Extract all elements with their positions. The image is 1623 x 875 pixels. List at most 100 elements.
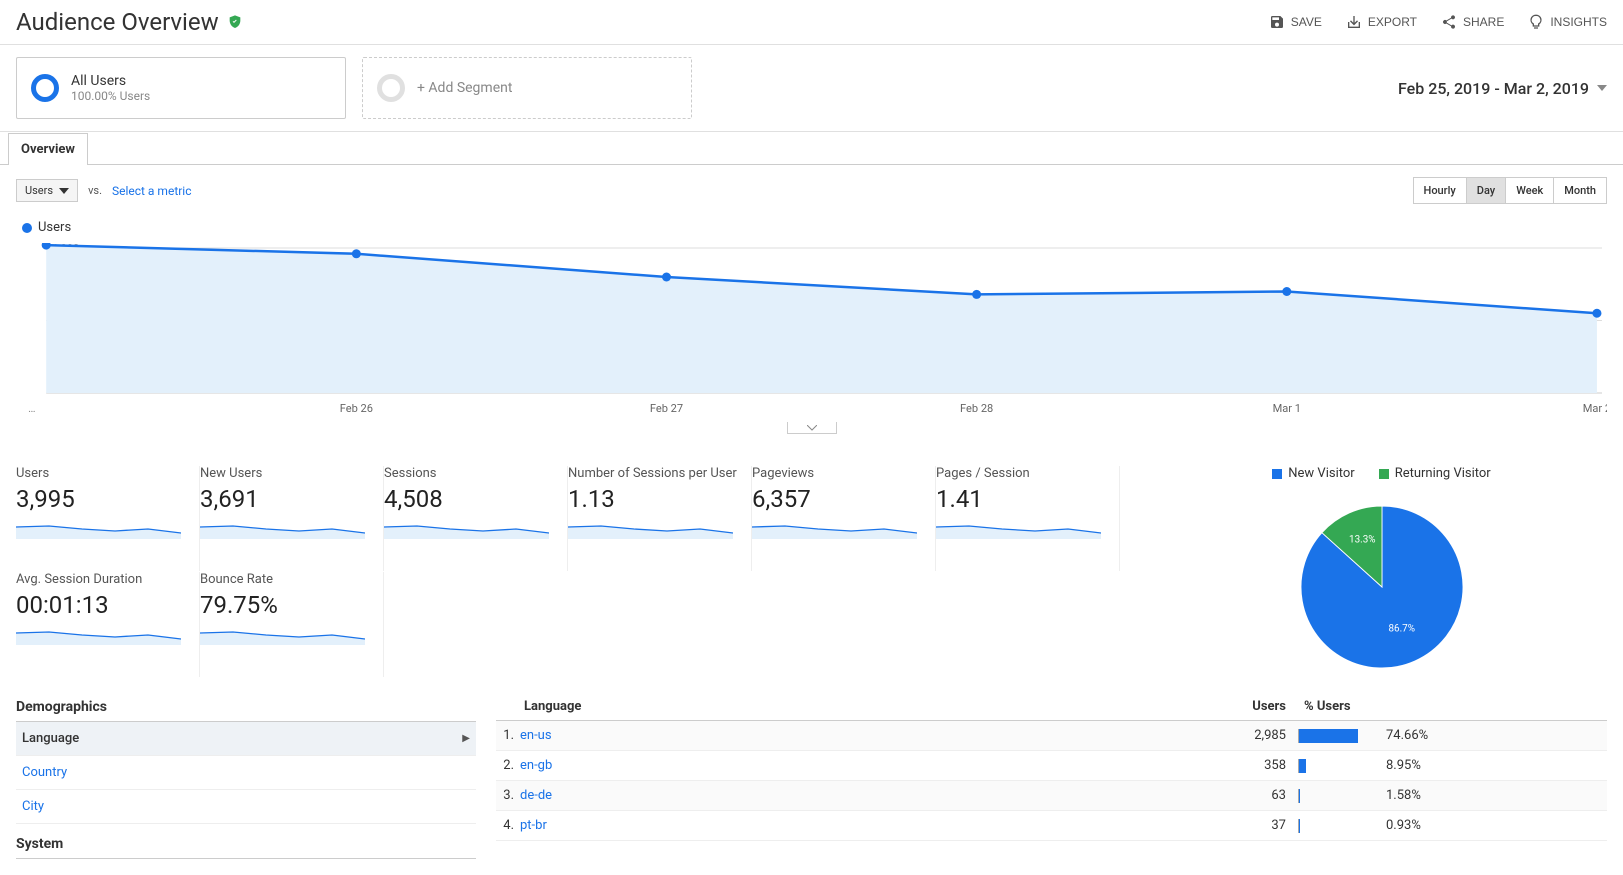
users-value: 358 [846, 758, 1286, 773]
language-link[interactable]: de-de [520, 788, 846, 803]
chevron-down-icon [1597, 85, 1607, 91]
bar-track [1298, 759, 1378, 773]
sparkline-chart [752, 519, 917, 539]
add-segment-button[interactable]: + Add Segment [362, 57, 692, 119]
header-actions: SAVE EXPORT SHARE INSIGHTS [1269, 14, 1607, 30]
export-icon [1346, 14, 1362, 30]
metric-card[interactable]: Sessions 4,508 [384, 466, 568, 571]
save-icon [1269, 14, 1285, 30]
users-line-chart[interactable]: 5001,000Feb 26Feb 27Feb 28Mar 1Mar 2… [16, 243, 1607, 418]
legend-dot-icon [22, 223, 32, 233]
date-range-picker[interactable]: Feb 25, 2019 - Mar 2, 2019 [1398, 79, 1607, 98]
metric-card[interactable]: Pageviews 6,357 [752, 466, 936, 571]
granularity-day[interactable]: Day [1467, 178, 1506, 203]
title-text: Audience Overview [16, 8, 219, 36]
demographics-item[interactable]: Language▶ [16, 722, 476, 756]
table-row: 3. de-de 63 1.58% [496, 781, 1607, 811]
share-icon [1441, 14, 1457, 30]
chart-collapse-handle[interactable] [787, 422, 837, 434]
col-header-language[interactable]: Language [496, 699, 846, 714]
segment-all-users[interactable]: All Users 100.00% Users [16, 57, 346, 119]
pct-cell: 1.58% [1286, 788, 1607, 803]
demographics-item[interactable]: City [16, 790, 476, 824]
language-link[interactable]: en-gb [520, 758, 846, 773]
bar-track [1298, 729, 1378, 743]
save-button[interactable]: SAVE [1269, 14, 1322, 30]
date-range-text: Feb 25, 2019 - Mar 2, 2019 [1398, 79, 1589, 98]
metric-value: 3,691 [200, 485, 371, 513]
metric-card[interactable]: Users 3,995 [16, 466, 200, 571]
pie-legend-new-label: New Visitor [1288, 466, 1354, 481]
metric-label: Bounce Rate [200, 572, 371, 587]
metric-value: 6,357 [752, 485, 923, 513]
demographics-header: Demographics [16, 693, 476, 722]
row-index: 1. [496, 728, 520, 743]
tab-overview[interactable]: Overview [8, 133, 88, 165]
sparkline-chart [384, 519, 549, 539]
metric-dropdown-label: Users [25, 184, 53, 197]
sparkline-chart [568, 519, 733, 539]
vs-label: vs. [88, 184, 102, 197]
shield-check-icon [227, 14, 243, 30]
page-header: Audience Overview SAVE EXPORT SHARE INSI… [0, 0, 1623, 45]
metric-value: 3,995 [16, 485, 187, 513]
pie-legend-returning-label: Returning Visitor [1395, 466, 1491, 481]
metric-card[interactable]: Avg. Session Duration 00:01:13 [16, 572, 200, 677]
pct-cell: 74.66% [1286, 728, 1607, 743]
bar-track [1298, 789, 1378, 803]
row-index: 4. [496, 818, 520, 833]
bar-track [1298, 819, 1378, 833]
square-icon [1379, 469, 1389, 479]
metric-label: Pages / Session [936, 466, 1107, 481]
table-row: 4. pt-br 37 0.93% [496, 811, 1607, 841]
demographics-item-label: City [22, 799, 44, 814]
granularity-hourly[interactable]: Hourly [1414, 178, 1467, 203]
insights-button[interactable]: INSIGHTS [1528, 14, 1607, 30]
select-metric-link[interactable]: Select a metric [112, 184, 192, 198]
metric-value: 1.41 [936, 485, 1107, 513]
col-header-pct[interactable]: % Users [1286, 699, 1607, 714]
sparkline-chart [200, 519, 365, 539]
metric-card[interactable]: Bounce Rate 79.75% [200, 572, 384, 677]
metric-dropdown[interactable]: Users [16, 179, 78, 202]
donut-grey-icon [377, 74, 405, 102]
metric-card[interactable]: Pages / Session 1.41 [936, 466, 1120, 571]
donut-icon [31, 74, 59, 102]
users-value: 63 [846, 788, 1286, 803]
language-link[interactable]: en-us [520, 728, 846, 743]
demographics-column: Demographics Language▶CountryCity System [16, 693, 476, 859]
share-button[interactable]: SHARE [1441, 14, 1504, 30]
chart-legend: Users [16, 216, 1607, 243]
export-button[interactable]: EXPORT [1346, 14, 1417, 30]
pie-legend-returning: Returning Visitor [1379, 466, 1491, 481]
metric-label: New Users [200, 466, 371, 481]
language-table-header: Language Users % Users [496, 693, 1607, 721]
svg-text:Mar 1: Mar 1 [1273, 402, 1301, 415]
metric-label: Sessions [384, 466, 555, 481]
granularity-week[interactable]: Week [1506, 178, 1554, 203]
pct-cell: 8.95% [1286, 758, 1607, 773]
col-header-users[interactable]: Users [846, 699, 1286, 714]
bottom-section: Demographics Language▶CountryCity System… [0, 693, 1623, 875]
segment-row: All Users 100.00% Users + Add Segment Fe… [0, 45, 1623, 132]
metric-card[interactable]: New Users 3,691 [200, 466, 384, 571]
metric-label: Pageviews [752, 466, 923, 481]
controls-row: Users vs. Select a metric Hourly Day Wee… [0, 165, 1623, 216]
add-segment-label: + Add Segment [417, 80, 512, 96]
sparkline-chart [200, 625, 365, 645]
visitor-pie-chart[interactable]: 86.7%13.3% [1292, 497, 1472, 677]
square-icon [1272, 469, 1282, 479]
pie-legend: New Visitor Returning Visitor [1272, 466, 1490, 481]
metrics-row: Users 3,995 New Users 3,691 Sessions 4,5… [0, 450, 1623, 693]
granularity-month[interactable]: Month [1554, 178, 1606, 203]
metric-label: Number of Sessions per User [568, 466, 739, 481]
add-segment-label-wrap: + Add Segment [417, 80, 512, 96]
pie-section: New Visitor Returning Visitor 86.7%13.3% [1156, 466, 1607, 677]
demographics-item[interactable]: Country [16, 756, 476, 790]
pct-value: 1.58% [1386, 788, 1421, 803]
metric-card[interactable]: Number of Sessions per User 1.13 [568, 466, 752, 571]
language-link[interactable]: pt-br [520, 818, 846, 833]
chevron-down-icon [807, 425, 817, 431]
chevron-right-icon: ▶ [462, 733, 470, 744]
language-table: Language Users % Users 1. en-us 2,985 74… [496, 693, 1607, 859]
